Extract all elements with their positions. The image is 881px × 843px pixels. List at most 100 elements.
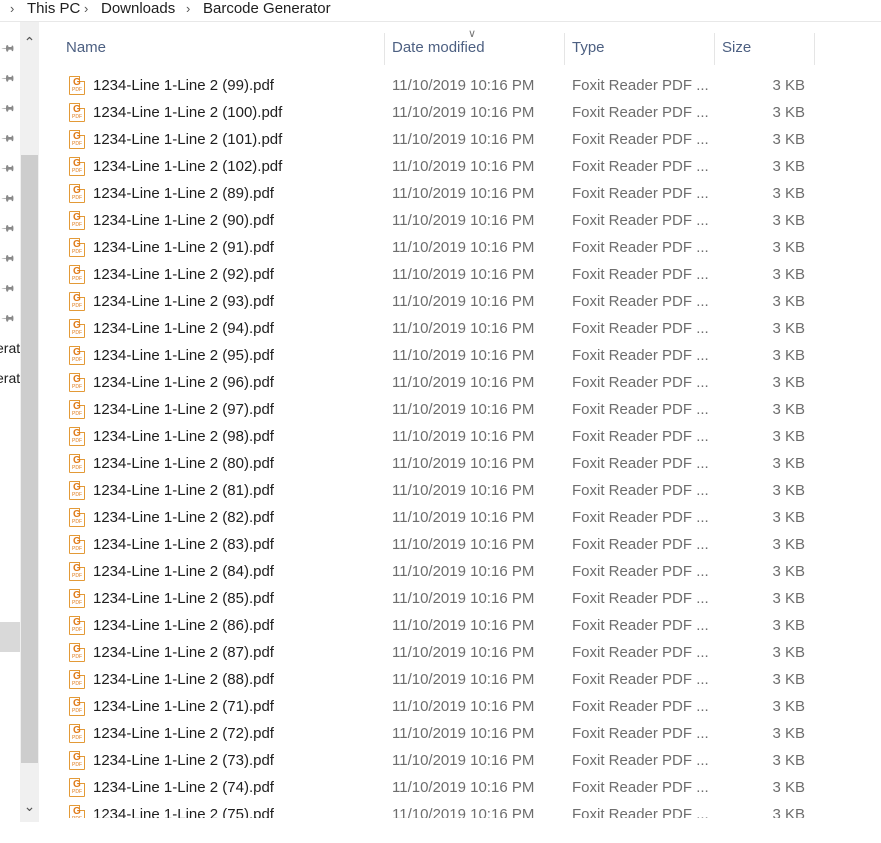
file-type: Foxit Reader PDF ... [572,779,709,796]
file-name: 1234-Line 1-Line 2 (87).pdf [93,644,274,661]
navigation-pane: 🖈 🖈 🖈 🖈 🖈 🖈 🖈 🖈 🖈 🖈 erat erat [0,22,20,822]
pin-icon[interactable]: 🖈 [0,247,20,270]
chevron-right-icon[interactable]: › [84,1,88,16]
file-name: 1234-Line 1-Line 2 (97).pdf [93,401,274,418]
foxit-pdf-file-icon: GPDF [69,589,85,608]
file-row[interactable]: G PDF 1234-Line 1-Line 2 (80).pdf 11/10/201… [40,450,881,477]
file-name: 1234-Line 1-Line 2 (82).pdf [93,509,274,526]
file-row[interactable]: G PDF 1234-Line 1-Line 2 (96).pdf 11/10/201… [40,369,881,396]
file-row[interactable]: G PDF 1234-Line 1-Line 2 (100).pdf 11/10/20… [40,99,881,126]
file-size: 3 KB [772,509,805,526]
foxit-pdf-file-icon: GPDF [69,751,85,770]
file-type: Foxit Reader PDF ... [572,563,709,580]
file-date-modified: 11/10/2019 10:16 PM [392,212,535,229]
file-row[interactable]: G PDF 1234-Line 1-Line 2 (95).pdf 11/10/201… [40,342,881,369]
file-size: 3 KB [772,428,805,445]
file-type: Foxit Reader PDF ... [572,104,709,121]
file-row[interactable]: G PDF 1234-Line 1-Line 2 (102).pdf 11/10/20… [40,153,881,180]
file-name: 1234-Line 1-Line 2 (102).pdf [93,158,283,175]
file-name: 1234-Line 1-Line 2 (91).pdf [93,239,274,256]
file-row[interactable]: G PDF 1234-Line 1-Line 2 (94).pdf 11/10/201… [40,315,881,342]
vertical-scrollbar[interactable]: ⌃ ⌄ [20,22,39,822]
file-row[interactable]: G PDF 1234-Line 1-Line 2 (88).pdf 11/10/201… [40,666,881,693]
file-row[interactable]: G PDF 1234-Line 1-Line 2 (99).pdf 11/10/201… [40,72,881,99]
pin-icon[interactable]: 🖈 [0,97,20,120]
file-size: 3 KB [772,158,805,175]
file-name: 1234-Line 1-Line 2 (84).pdf [93,563,274,580]
column-divider[interactable] [814,33,815,65]
file-type: Foxit Reader PDF ... [572,698,709,715]
column-divider[interactable] [384,33,385,65]
file-row[interactable]: G PDF 1234-Line 1-Line 2 (71).pdf 11/10/201… [40,693,881,720]
file-row[interactable]: G PDF 1234-Line 1-Line 2 (87).pdf 11/10/201… [40,639,881,666]
column-header-type[interactable]: Type [572,33,714,65]
file-size: 3 KB [772,698,805,715]
pin-icon[interactable]: 🖈 [0,37,20,60]
file-type: Foxit Reader PDF ... [572,482,709,499]
scrollbar-thumb[interactable] [21,155,38,763]
chevron-right-icon[interactable]: › [10,1,14,16]
file-type: Foxit Reader PDF ... [572,158,709,175]
file-size: 3 KB [772,536,805,553]
file-size: 3 KB [772,779,805,796]
file-size: 3 KB [772,104,805,121]
foxit-pdf-file-icon: GPDF [69,184,85,203]
file-size: 3 KB [772,752,805,769]
pin-icon[interactable]: 🖈 [0,277,20,300]
nav-item-selected[interactable] [0,622,20,652]
foxit-pdf-file-icon: GPDF [69,616,85,635]
file-row[interactable]: G PDF 1234-Line 1-Line 2 (93).pdf 11/10/201… [40,288,881,315]
foxit-pdf-file-icon: GPDF [69,697,85,716]
file-row[interactable]: GPDF 1234-Line 1-Line 2 (75).pdf 11/10/201… [40,801,881,818]
chevron-right-icon[interactable]: › [186,1,190,16]
pin-icon[interactable]: 🖈 [0,217,20,240]
file-type: Foxit Reader PDF ... [572,806,709,818]
file-row[interactable]: G PDF 1234-Line 1-Line 2 (74).pdf 11/10/201… [40,774,881,801]
column-header-size[interactable]: Size [722,33,814,65]
file-row[interactable]: G PDF 1234-Line 1-Line 2 (92).pdf 11/10/201… [40,261,881,288]
pin-icon[interactable]: 🖈 [0,187,20,210]
file-date-modified: 11/10/2019 10:16 PM [392,131,535,148]
nav-item-label[interactable]: erat [0,340,20,356]
file-type: Foxit Reader PDF ... [572,509,709,526]
file-row[interactable]: G PDF 1234-Line 1-Line 2 (82).pdf 11/10/201… [40,504,881,531]
file-row[interactable]: G PDF 1234-Line 1-Line 2 (90).pdf 11/10/201… [40,207,881,234]
file-row[interactable]: G PDF 1234-Line 1-Line 2 (72).pdf 11/10/201… [40,720,881,747]
column-header-date-modified[interactable]: Date modified [392,33,564,65]
file-name: 1234-Line 1-Line 2 (95).pdf [93,347,274,364]
file-row[interactable]: G PDF 1234-Line 1-Line 2 (97).pdf 11/10/201… [40,396,881,423]
file-row[interactable]: G PDF 1234-Line 1-Line 2 (91).pdf 11/10/201… [40,234,881,261]
file-date-modified: 11/10/2019 10:16 PM [392,617,535,634]
breadcrumb-barcode-generator[interactable]: Barcode Generator [203,0,331,17]
scroll-down-icon[interactable]: ⌄ [20,794,39,818]
file-row[interactable]: G PDF 1234-Line 1-Line 2 (86).pdf 11/10/201… [40,612,881,639]
file-row[interactable]: G PDF 1234-Line 1-Line 2 (101).pdf 11/10/20… [40,126,881,153]
pin-icon[interactable]: 🖈 [0,157,20,180]
file-row[interactable]: G PDF 1234-Line 1-Line 2 (85).pdf 11/10/201… [40,585,881,612]
breadcrumb-this-pc[interactable]: This PC [27,0,80,17]
breadcrumb-downloads[interactable]: Downloads [101,0,175,17]
file-name: 1234-Line 1-Line 2 (89).pdf [93,185,274,202]
file-row[interactable]: G PDF 1234-Line 1-Line 2 (81).pdf 11/10/201… [40,477,881,504]
column-divider[interactable] [564,33,565,65]
file-row[interactable]: G PDF 1234-Line 1-Line 2 (73).pdf 11/10/201… [40,747,881,774]
file-size: 3 KB [772,671,805,688]
pin-icon[interactable]: 🖈 [0,307,20,330]
foxit-pdf-file-icon: GPDF [69,643,85,662]
file-row[interactable]: G PDF 1234-Line 1-Line 2 (83).pdf 11/10/201… [40,531,881,558]
pin-icon[interactable]: 🖈 [0,127,20,150]
pin-icon[interactable]: 🖈 [0,67,20,90]
scroll-up-icon[interactable]: ⌃ [20,30,39,54]
foxit-pdf-file-icon: GPDF [69,103,85,122]
file-name: 1234-Line 1-Line 2 (74).pdf [93,779,274,796]
column-divider[interactable] [714,33,715,65]
foxit-pdf-file-icon: GPDF [69,805,85,818]
file-row[interactable]: G PDF 1234-Line 1-Line 2 (98).pdf 11/10/201… [40,423,881,450]
file-row[interactable]: G PDF 1234-Line 1-Line 2 (89).pdf 11/10/201… [40,180,881,207]
file-row[interactable]: G PDF 1234-Line 1-Line 2 (84).pdf 11/10/201… [40,558,881,585]
column-header-name[interactable]: Name [66,33,384,65]
nav-item-label[interactable]: erat [0,370,20,386]
file-date-modified: 11/10/2019 10:16 PM [392,590,535,607]
foxit-pdf-file-icon: GPDF [69,670,85,689]
foxit-pdf-file-icon: GPDF [69,211,85,230]
